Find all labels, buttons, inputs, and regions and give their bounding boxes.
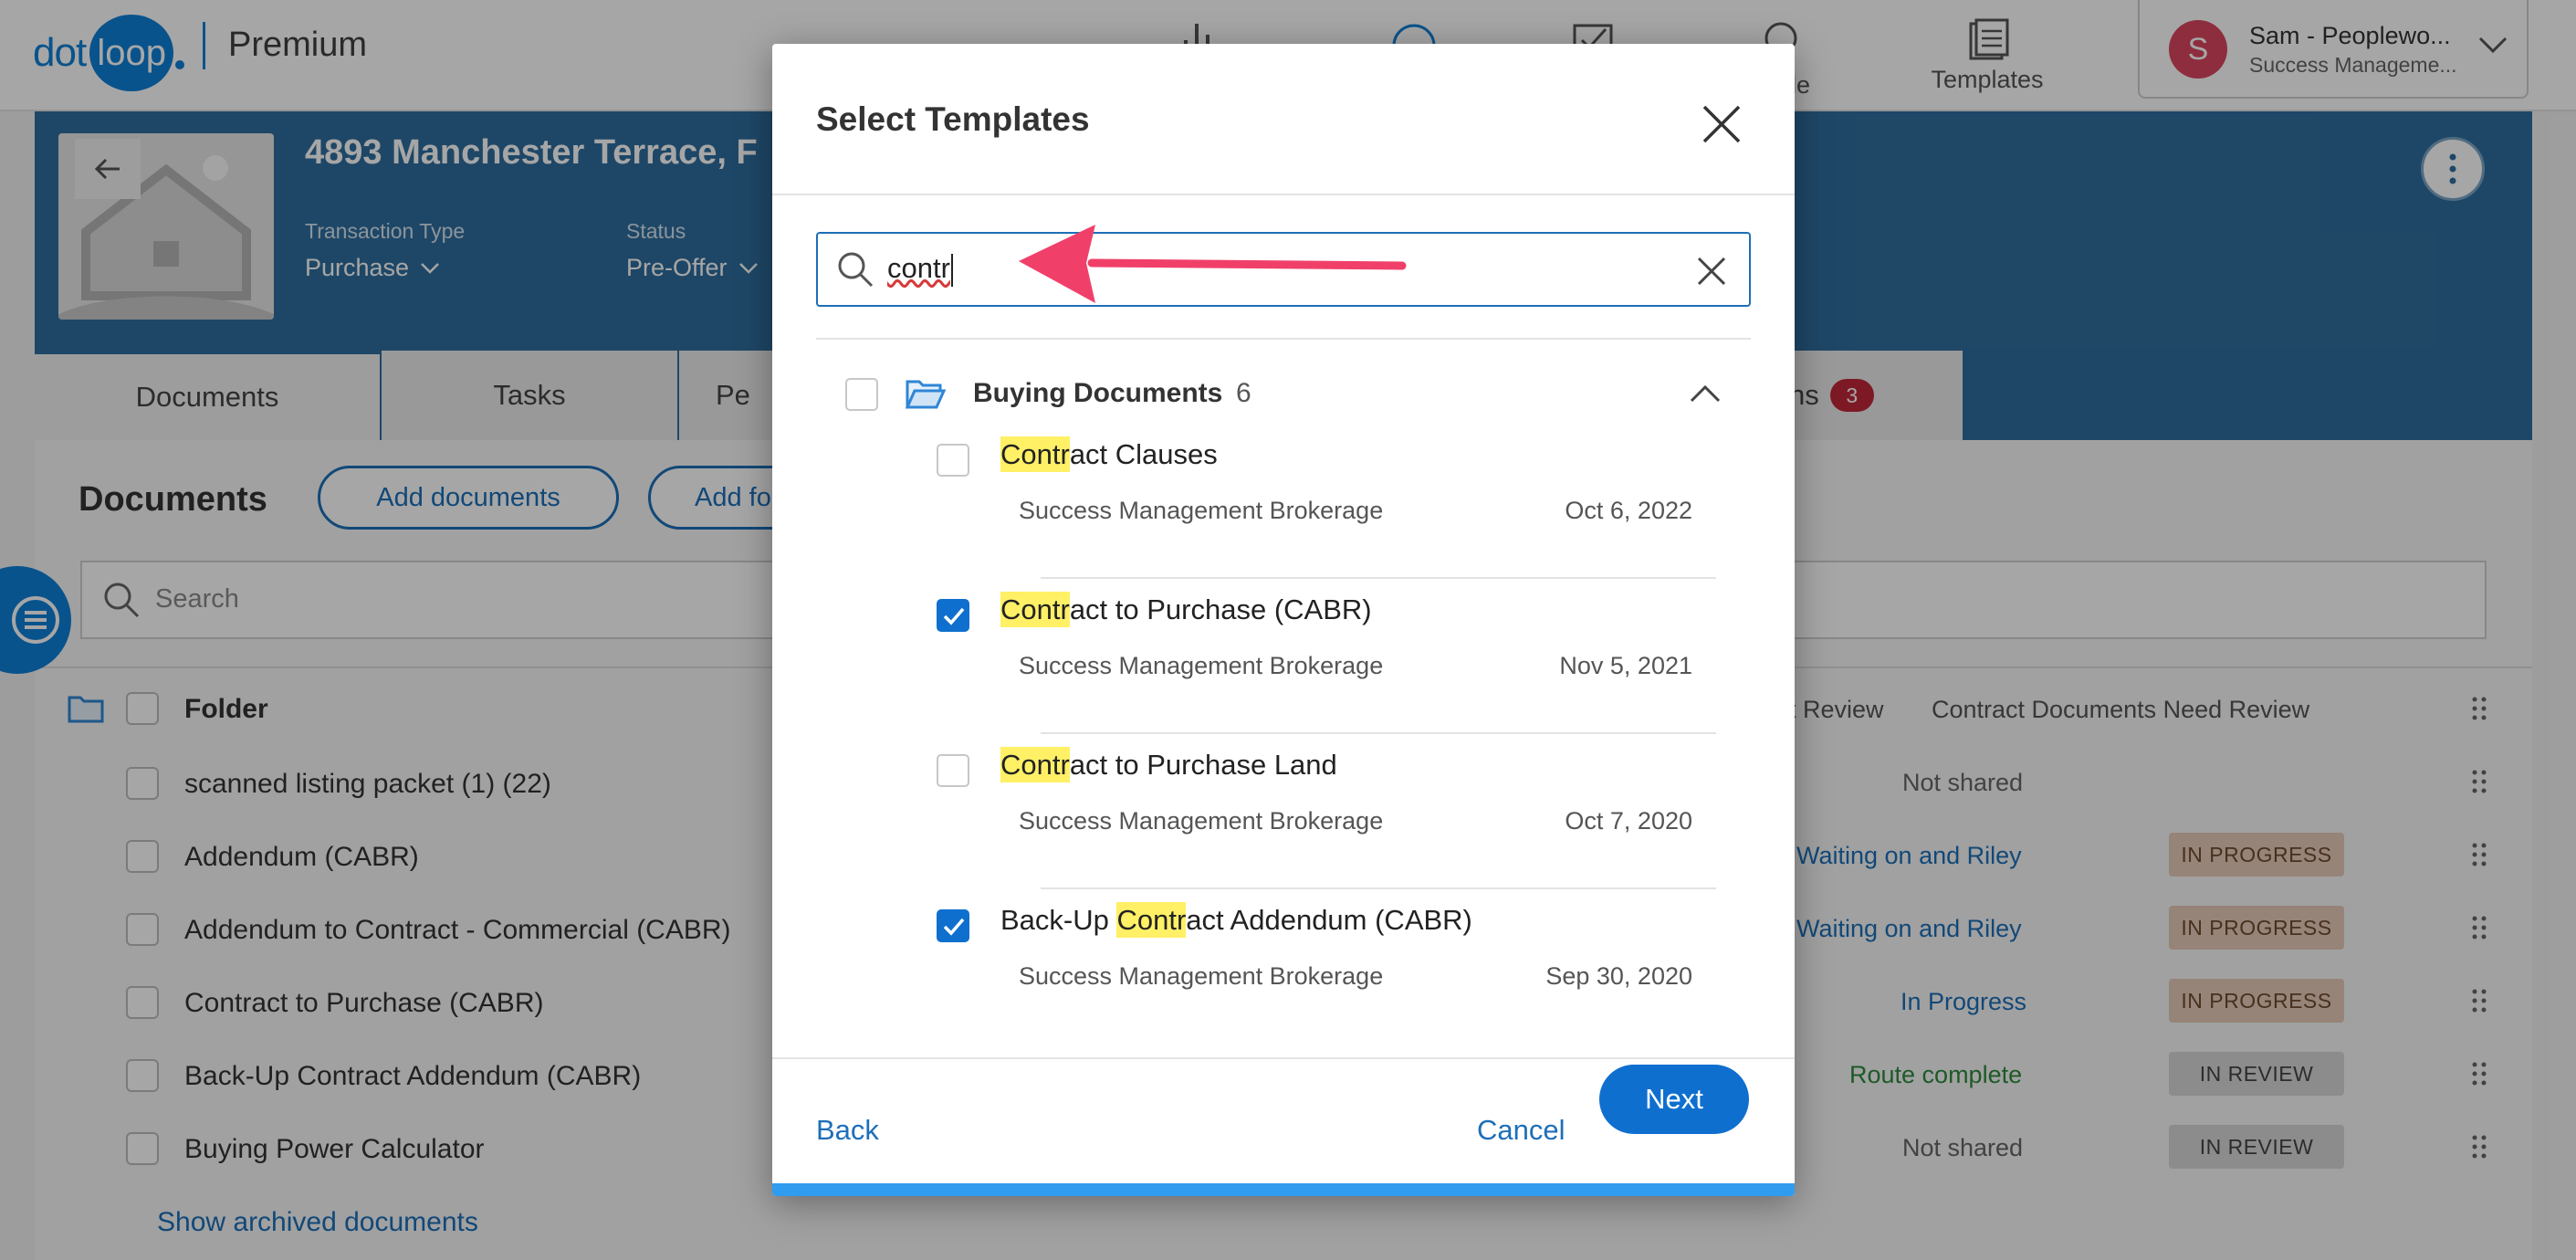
template-name: Contract to Purchase Land — [1000, 747, 1337, 782]
template-item[interactable]: Back-Up Contract Addendum (CABR) Success… — [909, 889, 1722, 1045]
folder-checkbox[interactable] — [845, 378, 878, 411]
back-button[interactable]: Back — [816, 1114, 879, 1147]
template-checkbox-checked[interactable] — [937, 599, 969, 632]
template-item[interactable]: Contract Clauses Success Management Brok… — [909, 424, 1722, 579]
template-name: Back-Up Contract Addendum (CABR) — [1000, 902, 1472, 938]
name-suffix: act to Purchase Land — [1069, 749, 1337, 781]
template-date: Oct 6, 2022 — [1565, 497, 1692, 524]
template-owner: Success Management Brokerage — [1019, 807, 1384, 835]
next-button[interactable]: Next — [1599, 1065, 1749, 1134]
template-name: Contract Clauses — [1000, 436, 1218, 472]
close-icon — [1697, 257, 1726, 286]
name-prefix: Back-Up — [1000, 904, 1117, 936]
search-highlight: Contr — [1000, 747, 1070, 782]
chevron-up-icon[interactable] — [1689, 383, 1722, 404]
template-date: Oct 7, 2020 — [1565, 807, 1692, 835]
template-item[interactable]: Contract to Purchase Land Success Manage… — [909, 734, 1722, 889]
template-checkbox[interactable] — [937, 754, 969, 787]
template-list[interactable]: Buying Documents 6 Contract Clauses Succ… — [772, 340, 1795, 1057]
folder-open-icon — [906, 380, 946, 409]
folder-name[interactable]: Buying Documents — [973, 378, 1222, 409]
folder-count: 6 — [1236, 378, 1251, 408]
select-templates-dialog: Select Templates contr Buying Documents … — [772, 44, 1795, 1196]
close-button[interactable] — [1696, 99, 1747, 150]
template-date: Nov 5, 2021 — [1559, 652, 1692, 679]
checkmark-icon — [943, 607, 965, 625]
name-suffix: act Addendum (CABR) — [1186, 904, 1472, 936]
dialog-header-divider — [772, 194, 1795, 195]
template-owner: Success Management Brokerage — [1019, 962, 1384, 990]
template-checkbox[interactable] — [937, 444, 969, 477]
search-value-text: contr — [887, 252, 950, 284]
template-name: Contract to Purchase (CABR) — [1000, 592, 1372, 627]
template-checkbox-checked[interactable] — [937, 909, 969, 942]
search-highlight: Contr — [1116, 902, 1187, 938]
dialog-title: Select Templates — [816, 100, 1090, 138]
template-item[interactable]: Contract to Purchase (CABR) Success Mana… — [909, 579, 1722, 734]
template-date: Sep 30, 2020 — [1545, 962, 1692, 990]
template-owner: Success Management Brokerage — [1019, 497, 1384, 524]
dialog-footer-divider — [772, 1057, 1795, 1059]
search-highlight: Contr — [1000, 592, 1070, 627]
search-value: contr — [887, 252, 953, 287]
close-icon — [1702, 105, 1741, 143]
clear-search-button[interactable] — [1691, 250, 1733, 292]
name-suffix: act Clauses — [1069, 438, 1218, 470]
name-suffix: act to Purchase (CABR) — [1069, 593, 1372, 625]
cancel-button[interactable]: Cancel — [1477, 1114, 1565, 1147]
text-caret — [950, 253, 953, 287]
dialog-accent-bar — [772, 1183, 1795, 1196]
search-highlight: Contr — [1000, 436, 1070, 472]
template-owner: Success Management Brokerage — [1019, 652, 1384, 679]
template-search-input[interactable]: contr — [816, 232, 1751, 307]
search-icon — [838, 252, 874, 288]
checkmark-icon — [943, 918, 965, 936]
